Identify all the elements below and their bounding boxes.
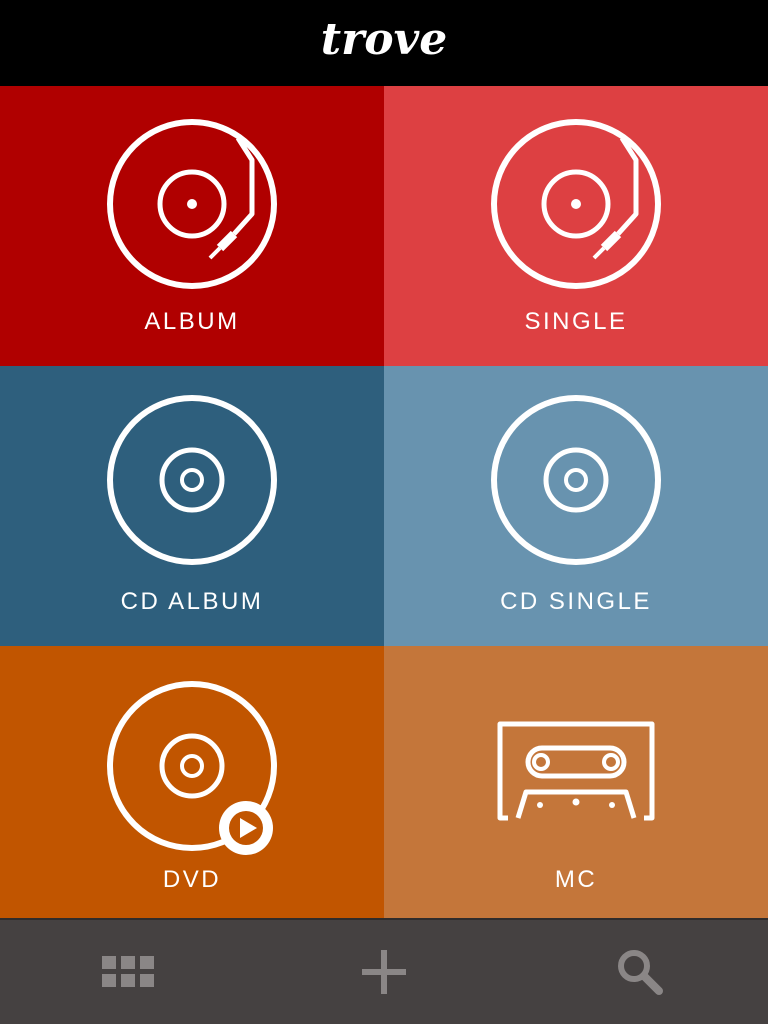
cd-disc-icon — [491, 395, 661, 565]
vinyl-turntable-icon — [107, 119, 277, 289]
vinyl-turntable-icon — [491, 119, 661, 289]
tile-label: CD ALBUM — [120, 588, 264, 615]
tile-album[interactable]: ALBUM — [0, 86, 384, 366]
tile-cd-single[interactable]: CD SINGLE — [384, 366, 768, 646]
tab-add[interactable] — [256, 920, 512, 1024]
tile-label: CD SINGLE — [500, 588, 652, 615]
plus-icon — [362, 950, 406, 994]
app-header: trove — [0, 0, 768, 86]
tile-label: ALBUM — [144, 308, 240, 335]
tile-label: SINGLE — [524, 308, 628, 335]
dvd-play-icon — [107, 681, 277, 855]
cassette-icon — [497, 721, 655, 821]
tab-browse[interactable] — [0, 920, 256, 1024]
tile-label: DVD — [162, 866, 222, 893]
app-logo: trove — [320, 14, 448, 65]
category-grid: ALBUM SINGLE CD ALBUM CD SINGLE DVD MC — [0, 86, 768, 918]
tile-single[interactable]: SINGLE — [384, 86, 768, 366]
bottom-tab-bar — [0, 918, 768, 1024]
cd-disc-icon — [107, 395, 277, 565]
tile-cd-album[interactable]: CD ALBUM — [0, 366, 384, 646]
tile-mc[interactable]: MC — [384, 646, 768, 918]
grid-icon — [102, 956, 154, 987]
tile-label: MC — [554, 866, 598, 893]
tab-search[interactable] — [512, 920, 768, 1024]
search-icon — [618, 950, 663, 995]
tile-dvd[interactable]: DVD — [0, 646, 384, 918]
